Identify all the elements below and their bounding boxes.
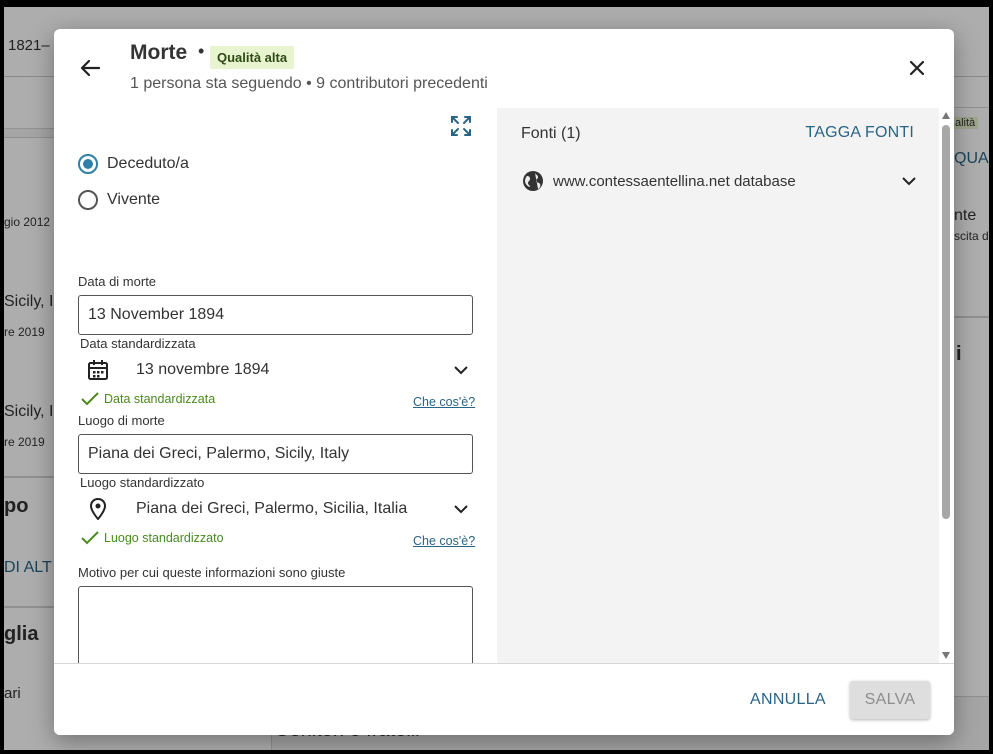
radio-label: Deceduto/a (107, 155, 189, 172)
sources-title: Fonti (1) (521, 125, 581, 142)
radio-button[interactable] (78, 190, 98, 210)
expand-button[interactable] (449, 114, 473, 138)
globe-icon (523, 171, 543, 191)
arrow-left-icon (80, 59, 100, 77)
chevron-down-icon[interactable] (897, 169, 921, 193)
source-label: www.contessaentellina.net database (553, 172, 796, 190)
radio-deceased[interactable]: Deceduto/a (78, 154, 189, 174)
chevron-down-icon (449, 358, 473, 382)
close-icon (909, 60, 925, 76)
scroll-up-arrow[interactable] (942, 112, 950, 119)
reason-label: Motivo per cui queste informazioni sono … (78, 565, 346, 580)
close-button[interactable] (905, 56, 929, 80)
death-date-label: Data di morte (78, 274, 157, 289)
calendar-icon (80, 358, 116, 382)
dialog-title: Morte (130, 41, 188, 64)
dialog-footer: ANNULLA SALVA (54, 663, 954, 735)
source-item[interactable]: www.contessaentellina.net database (521, 168, 921, 194)
radio-button-checked[interactable] (78, 154, 98, 174)
check-icon (81, 531, 99, 545)
scrollbar[interactable] (939, 108, 954, 663)
cancel-button[interactable]: ANNULLA (742, 681, 834, 719)
back-button[interactable] (76, 56, 104, 80)
radio-label: Vivente (107, 191, 161, 208)
death-place-label: Luogo di morte (78, 413, 165, 428)
standardized-date-select[interactable]: 13 novembre 1894 (80, 354, 473, 386)
radio-living[interactable]: Vivente (78, 190, 160, 210)
scroll-down-arrow[interactable] (942, 652, 950, 659)
expand-icon (451, 116, 471, 136)
tag-sources-button[interactable]: TAGGA FONTI (805, 124, 914, 142)
place-status-text: Luogo standardizzato (104, 531, 224, 545)
location-pin-icon (80, 497, 116, 521)
date-help-link[interactable]: Che cos'è? (413, 395, 475, 409)
death-place-input[interactable]: Piana dei Greci, Palermo, Sicily, Italy (78, 434, 473, 474)
place-help-link[interactable]: Che cos'è? (413, 534, 475, 548)
check-icon (81, 392, 99, 406)
title-separator: • (198, 41, 205, 61)
standardized-place-select[interactable]: Piana dei Greci, Palermo, Sicilia, Itali… (80, 493, 473, 525)
death-form: Deceduto/a Vivente Data di morte 13 Nove… (54, 108, 497, 663)
quality-badge: Qualità alta (210, 46, 295, 69)
save-button[interactable]: SALVA (850, 681, 930, 719)
sources-panel: Fonti (1) TAGGA FONTI www.contessaentell… (497, 108, 939, 663)
standardized-place-label: Luogo standardizzato (80, 475, 205, 490)
date-standardized-status: Data standardizzata (80, 392, 215, 406)
standardized-date-value: 13 novembre 1894 (136, 361, 270, 378)
standardized-date-label: Data standardizzata (80, 336, 196, 351)
scroll-thumb[interactable] (942, 125, 950, 519)
dialog-header: Morte • Qualità alta 1 persona sta segue… (54, 29, 954, 108)
reason-textarea[interactable] (78, 586, 473, 663)
date-status-text: Data standardizzata (104, 392, 216, 406)
standardized-place-value: Piana dei Greci, Palermo, Sicilia, Itali… (136, 500, 408, 517)
dialog-subtitle: 1 persona sta seguendo • 9 contributori … (130, 75, 488, 92)
edit-death-dialog: Morte • Qualità alta 1 persona sta segue… (54, 29, 954, 735)
place-standardized-status: Luogo standardizzato (80, 531, 224, 545)
death-date-input[interactable]: 13 November 1894 (78, 295, 473, 335)
chevron-down-icon (449, 497, 473, 521)
